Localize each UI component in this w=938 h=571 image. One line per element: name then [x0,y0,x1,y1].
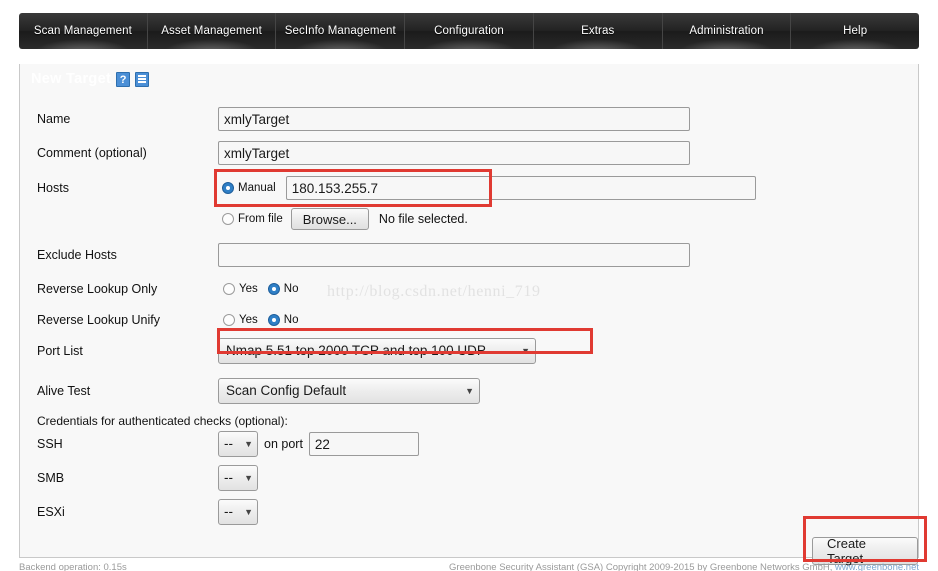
nav-item-label: Extras [581,25,615,37]
form-row-exclude-hosts: Exclude Hosts [20,243,918,267]
question-mark-icon[interactable]: ? [116,71,131,87]
nav-item-label: Administration [689,25,764,37]
ssh-credential-value: -- [224,436,233,451]
hosts-manual-radio[interactable] [222,182,234,194]
form-row-smb: SMB -- ▼ [20,465,918,491]
reverse-lookup-only-radios: Yes No [223,283,298,295]
nav-item-label: Scan Management [33,25,132,37]
browse-button[interactable]: Browse... [290,208,369,230]
esxi-label: ESXi [37,505,65,519]
form-row-comment: Comment (optional) [20,141,918,165]
nav-item-label: SecInfo Management [284,25,396,37]
smb-credential-select[interactable]: -- ▼ [218,465,258,491]
nav-item-asset-management[interactable]: Asset Management [148,13,277,49]
form-row-hosts: Hosts Manual [20,175,918,201]
file-status-text: No file selected. [378,212,468,226]
hosts-manual-group: Manual [222,176,756,200]
create-target-button[interactable]: Create Target [812,536,918,566]
panel-header: New Target ? [19,64,919,94]
form-row-ssh: SSH -- ▼ on port [20,431,918,457]
exclude-hosts-input[interactable] [218,243,690,267]
alive-test-value: Scan Config Default [226,383,347,398]
panel-title-group: New Target ? [19,64,919,94]
reverse-lookup-unify-yes-radio[interactable] [223,314,235,326]
exclude-hosts-label: Exclude Hosts [37,248,117,262]
form-row-reverse-lookup-only: Reverse Lookup Only Yes No [20,279,918,299]
chevron-down-icon: ▼ [244,472,253,483]
chevron-down-icon: ▼ [244,506,253,517]
smb-label: SMB [37,471,65,485]
main-navigation-bar: Scan Management Asset Management SecInfo… [19,13,919,49]
smb-credential-value: -- [224,470,233,485]
ssh-group: -- ▼ on port [218,431,419,457]
reverse-lookup-only-label: Reverse Lookup Only [37,282,158,296]
ssh-on-port-label: on port [264,437,303,451]
footer-copyright: Greenbone Security Assistant (GSA) Copyr… [449,562,919,571]
form-row-reverse-lookup-unify: Reverse Lookup Unify Yes No [20,310,918,330]
reverse-lookup-unify-label: Reverse Lookup Unify [37,313,160,327]
chevron-down-icon: ▼ [521,345,530,356]
form-row-hosts-fromfile: From file Browse... No file selected. [20,207,918,231]
form-row-name: Name [20,107,918,131]
nav-item-scan-management[interactable]: Scan Management [19,13,148,49]
list-icon[interactable] [135,71,150,87]
footer-copyright-text: Greenbone Security Assistant (GSA) Copyr… [449,562,836,571]
comment-label: Comment (optional) [37,146,147,160]
chevron-down-icon: ▼ [465,385,474,396]
nav-item-label: Configuration [434,25,504,37]
port-list-label: Port List [37,344,83,358]
reverse-lookup-unify-yes-label: Yes [239,314,258,326]
reverse-lookup-only-no-label: No [283,283,299,295]
alive-test-select[interactable]: Scan Config Default ▼ [218,378,480,404]
port-list-select[interactable]: Nmap 5.51 top 2000 TCP and top 100 UDP ▼ [218,338,536,364]
page-root: Scan Management Asset Management SecInfo… [0,0,938,571]
reverse-lookup-only-yes-label: Yes [239,283,258,295]
hosts-fromfile-group: From file Browse... No file selected. [222,208,468,230]
ssh-credential-select[interactable]: -- ▼ [218,431,258,457]
reverse-lookup-only-no-radio[interactable] [267,283,280,295]
ssh-port-input[interactable] [308,432,419,456]
port-list-value: Nmap 5.51 top 2000 TCP and top 100 UDP [226,343,486,358]
form-row-port-list: Port List Nmap 5.51 top 2000 TCP and top… [20,338,918,364]
esxi-credential-select[interactable]: -- ▼ [218,499,258,525]
nav-item-extras[interactable]: Extras [534,13,663,49]
form-row-alive-test: Alive Test Scan Config Default ▼ [20,378,918,404]
hosts-manual-label: Manual [238,182,276,194]
esxi-credential-value: -- [224,504,233,519]
name-input[interactable] [218,107,690,131]
alive-test-label: Alive Test [37,384,91,398]
name-label: Name [37,112,71,126]
nav-item-secinfo-management[interactable]: SecInfo Management [276,13,406,49]
hosts-fromfile-label: From file [238,213,283,225]
form-row-submit: Create Target [20,536,918,566]
nav-item-label: Help [843,25,868,37]
form-row-credentials-heading: Credentials for authenticated checks (op… [20,412,918,430]
page-footer: Backend operation: 0.15s Greenbone Secur… [19,562,919,571]
reverse-lookup-only-yes-radio[interactable] [223,283,235,295]
page-title: New Target [31,71,112,87]
reverse-lookup-unify-no-label: No [283,314,299,326]
nav-item-help[interactable]: Help [791,13,919,49]
new-target-form: Name Comment (optional) Hosts Manual [20,97,918,566]
greenbone-link[interactable]: www.greenbone.net [835,562,919,571]
reverse-lookup-unify-radios: Yes No [223,314,298,326]
nav-item-label: Asset Management [161,25,262,37]
footer-backend-operation: Backend operation: 0.15s [19,562,127,571]
nav-item-administration[interactable]: Administration [663,13,792,49]
reverse-lookup-unify-no-radio[interactable] [267,314,280,326]
new-target-form-panel: Name Comment (optional) Hosts Manual [19,64,919,566]
comment-input[interactable] [218,141,690,165]
credentials-heading: Credentials for authenticated checks (op… [37,414,288,428]
hosts-fromfile-radio[interactable] [222,213,234,225]
ssh-label: SSH [37,437,63,451]
chevron-down-icon: ▼ [244,438,253,449]
form-row-esxi: ESXi -- ▼ [20,499,918,525]
hosts-label: Hosts [37,181,69,195]
nav-item-configuration[interactable]: Configuration [405,13,534,49]
hosts-manual-input[interactable] [285,176,756,200]
